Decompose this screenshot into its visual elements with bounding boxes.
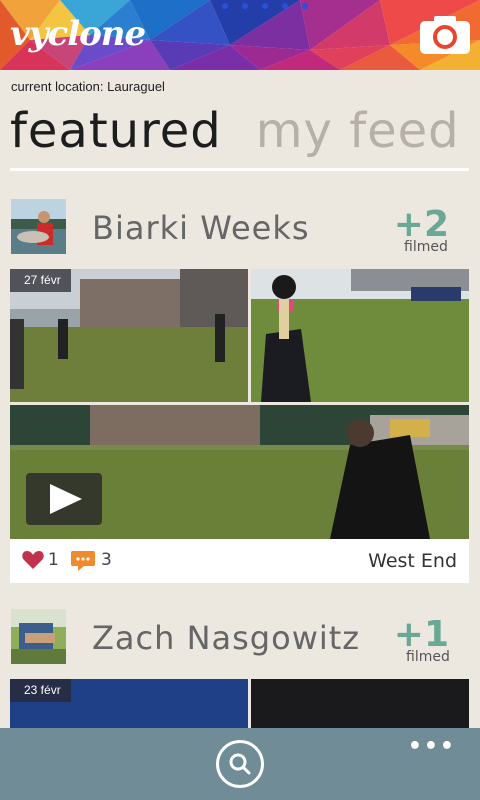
user-name[interactable]: Zach Nasgowitz	[92, 619, 360, 657]
play-icon	[50, 484, 82, 514]
video-thumbnail[interactable]	[251, 679, 469, 728]
avatar[interactable]	[11, 199, 66, 254]
tab-underline	[10, 168, 469, 171]
like-button[interactable]	[22, 550, 44, 574]
app-header: vyclone	[0, 0, 480, 70]
feed-tabs: featured my feed	[10, 100, 460, 162]
thumbnail-image	[251, 269, 469, 402]
video-thumbnail[interactable]	[10, 405, 469, 539]
user-name[interactable]: Biarki Weeks	[92, 209, 310, 247]
avatar-image	[11, 199, 66, 254]
filmed-label: filmed	[404, 239, 448, 255]
page-dot	[242, 3, 248, 9]
filmed-count: +1	[393, 614, 449, 655]
video-thumbnail[interactable]	[251, 269, 469, 402]
page-dot	[302, 3, 308, 9]
page-indicator	[222, 3, 308, 9]
page-dot	[282, 3, 288, 9]
like-count: 1	[48, 550, 59, 570]
video-collage[interactable]: 23 févr	[10, 679, 469, 728]
feed-card[interactable]: Zach Nasgowitz +1 filmed 23 févr	[10, 609, 469, 728]
filmed-count: +2	[393, 204, 449, 245]
video-collage[interactable]: 27 févr	[10, 269, 469, 539]
comment-icon	[71, 551, 95, 571]
avatar[interactable]	[11, 609, 66, 664]
play-button[interactable]	[26, 473, 102, 525]
camera-button[interactable]	[420, 16, 470, 54]
avatar-image	[11, 609, 66, 664]
search-icon	[229, 753, 251, 775]
app-logo: vyclone	[10, 14, 146, 54]
more-menu-button[interactable]: •••	[408, 734, 456, 759]
card-footer: 1 3 West End	[10, 539, 469, 583]
video-thumbnail[interactable]: 23 févr	[10, 679, 248, 728]
heart-icon	[22, 551, 44, 569]
tab-featured[interactable]: featured	[10, 100, 222, 162]
comment-count: 3	[101, 550, 112, 570]
feed-card[interactable]: Biarki Weeks +2 filmed 27 févr 1 3 West …	[10, 199, 469, 584]
app-bar: •••	[0, 728, 480, 800]
camera-icon	[420, 16, 470, 54]
search-button[interactable]	[216, 740, 264, 788]
place-label[interactable]: West End	[368, 550, 457, 572]
filmed-label: filmed	[406, 649, 450, 665]
page-dot	[222, 3, 228, 9]
date-badge: 23 févr	[10, 679, 71, 702]
video-thumbnail[interactable]: 27 févr	[10, 269, 248, 402]
comment-button[interactable]	[70, 550, 96, 576]
page-dot	[262, 3, 268, 9]
date-badge: 27 févr	[10, 269, 71, 292]
tab-my-feed[interactable]: my feed	[256, 100, 460, 162]
current-location: current location: Lauraguel	[11, 79, 165, 94]
